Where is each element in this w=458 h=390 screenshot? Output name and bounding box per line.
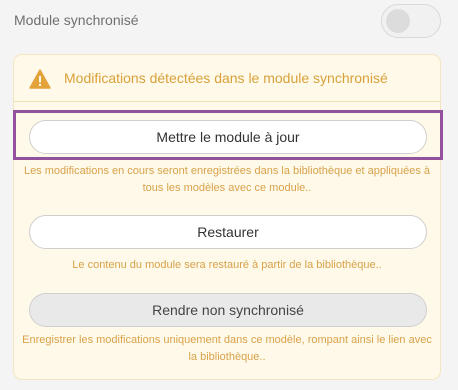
- restore-description: Le contenu du module sera restauré à par…: [72, 259, 382, 271]
- unsync-description: Enregistrer les modifications uniquement…: [22, 334, 432, 363]
- warning-title: Modifications détectées dans le module s…: [64, 70, 388, 86]
- warning-triangle-icon: [29, 69, 51, 89]
- warning-header: Modifications détectées dans le module s…: [13, 54, 441, 102]
- sync-toggle[interactable]: [381, 4, 441, 38]
- divider: [13, 101, 441, 102]
- toggle-knob: [386, 9, 410, 33]
- update-module-button[interactable]: Mettre le module à jour: [29, 120, 427, 154]
- update-module-description: Les modifications en cours seront enregi…: [23, 165, 431, 194]
- sync-setting-row: Module synchronisé: [0, 0, 458, 42]
- restore-button[interactable]: Restaurer: [29, 215, 427, 249]
- unsync-button[interactable]: Rendre non synchronisé: [29, 293, 427, 327]
- sync-label: Module synchronisé: [14, 12, 139, 28]
